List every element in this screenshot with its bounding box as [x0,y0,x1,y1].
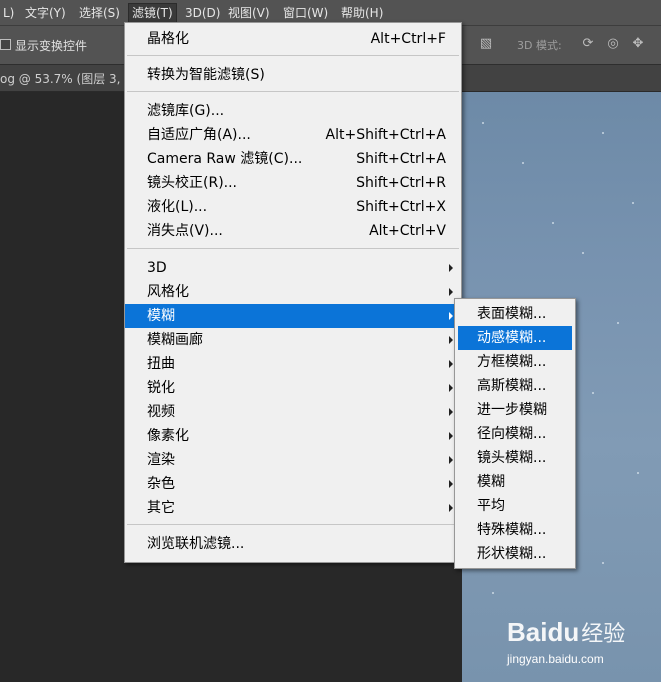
watermark-brand-cn: 经验 [581,622,626,647]
submenu-item-blur-more[interactable]: 进一步模糊 [455,398,575,422]
snow-flake [602,132,604,134]
submenu-item-shape-blur[interactable]: 形状模糊... [455,542,575,566]
menu-item-browse-online-filters[interactable]: 浏览联机滤镜... [125,532,461,556]
menu-select[interactable]: 选择(S) [76,4,123,22]
snow-flake [637,472,639,474]
submenu-item-lens-blur[interactable]: 镜头模糊... [455,446,575,470]
submenu-arrow-icon [449,336,453,344]
submenu-arrow-icon [449,264,453,272]
submenu-item-box-blur[interactable]: 方框模糊... [455,350,575,374]
snow-flake [632,202,634,204]
menu-filter[interactable]: 滤镜(T) [128,3,177,23]
menu-item-distort[interactable]: 扭曲 [125,352,461,376]
menu-layer[interactable]: L) [0,4,17,22]
menu-window[interactable]: 窗口(W) [280,4,331,22]
menu-separator [127,91,459,92]
menu-item-camera-raw[interactable]: Camera Raw 滤镜(C)... Shift+Ctrl+A [125,147,461,171]
orbit-3d-icon[interactable]: ⟳ [580,36,596,52]
submenu-arrow-icon [449,312,453,320]
submenu-item-radial-blur[interactable]: 径向模糊... [455,422,575,446]
menu-item-adaptive-wide-angle[interactable]: 自适应广角(A)... Alt+Shift+Ctrl+A [125,123,461,147]
menu-item-vanishing-point[interactable]: 消失点(V)... Alt+Ctrl+V [125,219,461,243]
menu-item-3d[interactable]: 3D [125,256,461,280]
pan-3d-icon[interactable]: ✥ [630,36,646,52]
document-tab[interactable]: og @ 53.7% (图层 3, RG [0,70,142,87]
submenu-arrow-icon [449,480,453,488]
menu-item-blur[interactable]: 模糊 [125,304,461,328]
menu-item-noise[interactable]: 杂色 [125,472,461,496]
menu-separator [127,55,459,56]
submenu-arrow-icon [449,504,453,512]
menu-item-video[interactable]: 视频 [125,400,461,424]
blur-submenu: 表面模糊... 动感模糊... 方框模糊... 高斯模糊... 进一步模糊 径向… [454,298,576,569]
snow-flake [482,122,484,124]
snow-flake [602,562,604,564]
filter-menu: 晶格化 Alt+Ctrl+F 转换为智能滤镜(S) 滤镜库(G)... 自适应广… [124,22,462,563]
watermark-brand: Baidu [507,617,580,647]
menu-item-stylize[interactable]: 风格化 [125,280,461,304]
submenu-item-motion-blur[interactable]: 动感模糊... [458,326,572,350]
submenu-item-smart-blur[interactable]: 特殊模糊... [455,518,575,542]
menu-item-liquify[interactable]: 液化(L)... Shift+Ctrl+X [125,195,461,219]
snow-flake [522,162,524,164]
menu-separator [127,248,459,249]
snow-flake [592,392,594,394]
submenu-arrow-icon [449,360,453,368]
snow-flake [582,252,584,254]
submenu-item-blur[interactable]: 模糊 [455,470,575,494]
show-transform-label: 显示变换控件 [15,39,88,53]
menu-item-convert-smart-filter[interactable]: 转换为智能滤镜(S) [125,63,461,87]
menu-type[interactable]: 文字(Y) [22,4,69,22]
menu-item-render[interactable]: 渲染 [125,448,461,472]
3d-mode-label: 3D 模式: [517,39,562,52]
submenu-arrow-icon [449,288,453,296]
submenu-arrow-icon [449,432,453,440]
menu-item-filter-gallery[interactable]: 滤镜库(G)... [125,99,461,123]
menu-item-pixelate[interactable]: 像素化 [125,424,461,448]
menu-item-lens-correction[interactable]: 镜头校正(R)... Shift+Ctrl+R [125,171,461,195]
menu-separator [127,524,459,525]
snow-flake [552,222,554,224]
show-transform-checkbox[interactable] [0,39,11,50]
snow-flake [617,322,619,324]
submenu-arrow-icon [449,408,453,416]
submenu-item-gaussian-blur[interactable]: 高斯模糊... [455,374,575,398]
menu-item-sharpen[interactable]: 锐化 [125,376,461,400]
menu-item-other[interactable]: 其它 [125,496,461,520]
menu-3d[interactable]: 3D(D) [182,4,223,22]
submenu-arrow-icon [449,384,453,392]
snow-flake [492,592,494,594]
submenu-arrow-icon [449,456,453,464]
menu-item-crystallize[interactable]: 晶格化 Alt+Ctrl+F [125,27,461,51]
submenu-item-surface-blur[interactable]: 表面模糊... [455,302,575,326]
submenu-item-average[interactable]: 平均 [455,494,575,518]
watermark-url: jingyan.baidu.com [507,652,604,666]
roll-3d-icon[interactable]: ◎ [605,36,621,52]
distribute-icon[interactable]: ▧ [478,36,494,52]
menu-view[interactable]: 视图(V) [225,4,273,22]
menu-help[interactable]: 帮助(H) [338,4,386,22]
menu-item-blur-gallery[interactable]: 模糊画廊 [125,328,461,352]
baidu-watermark: Baidu经验 [507,616,625,648]
